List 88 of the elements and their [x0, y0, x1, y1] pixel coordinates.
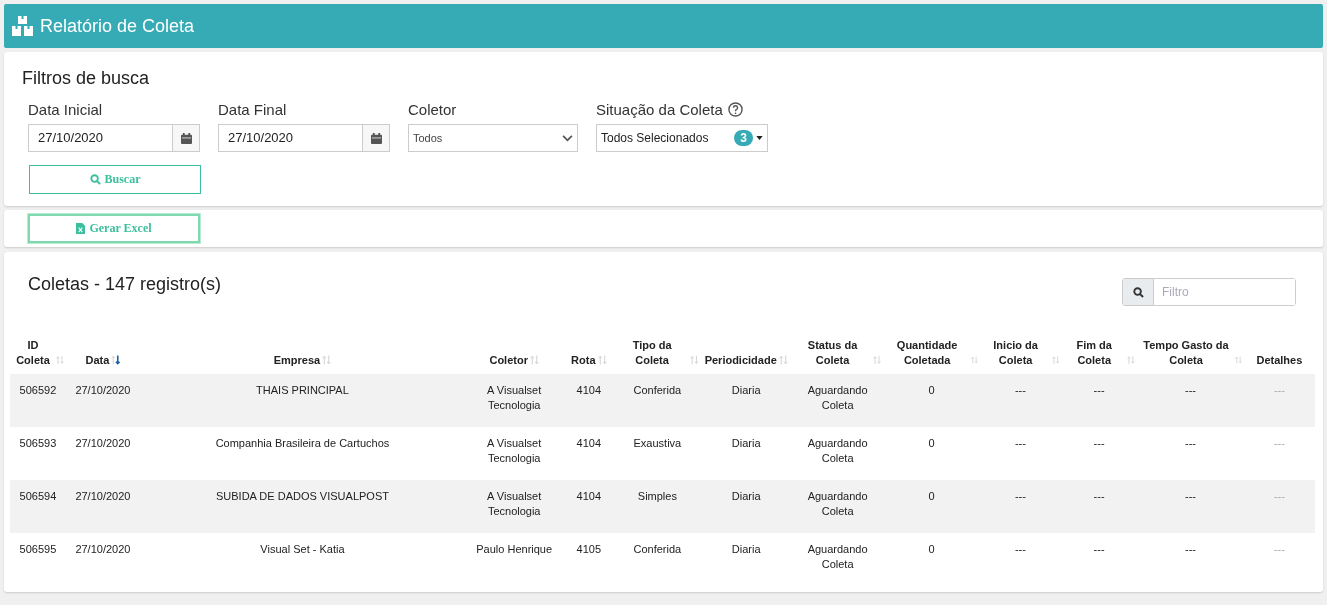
table-cell: 4104	[576, 490, 602, 502]
column-header[interactable]: Tipo da Coleta	[616, 338, 688, 368]
table-cell: Diaria	[731, 490, 761, 502]
table-cell: ---	[1273, 437, 1285, 449]
table-cell: Aguardando Coleta	[807, 543, 868, 570]
boxes-icon	[12, 16, 34, 36]
column-header[interactable]: Fim da Coleta	[1063, 338, 1126, 368]
spreadsheet-file-icon	[76, 223, 86, 234]
page-title: Relatório de Coleta	[40, 15, 195, 37]
column-header[interactable]: Data	[85, 353, 110, 368]
table-cell: 27/10/2020	[75, 384, 131, 396]
table-cell: 0	[928, 384, 935, 396]
table-cell: THAIS PRINCIPAL	[256, 384, 349, 396]
chevron-down-icon	[562, 134, 573, 142]
table-cell: 4104	[576, 384, 602, 396]
collector-select[interactable]: Todos	[408, 124, 578, 152]
table-cell: ---	[1273, 543, 1285, 555]
field-label: Data Final	[218, 101, 288, 118]
table-cell: Conferida	[633, 543, 682, 555]
column-header[interactable]: Detalhes	[1256, 353, 1303, 368]
table-cell: Diaria	[731, 384, 761, 396]
status-select[interactable]: Todos Selecionados 3	[596, 124, 768, 152]
table-cell: 506594	[19, 490, 57, 502]
field-label: Data Inicial	[28, 101, 104, 118]
table-cell: ---	[1184, 543, 1196, 555]
table-cell: ---	[1184, 437, 1196, 449]
count-badge: 3	[734, 130, 753, 146]
table-cell: 506593	[19, 437, 57, 449]
column-header[interactable]: Periodicidade	[704, 353, 777, 368]
table-cell: 0	[928, 437, 935, 449]
table-cell: ---	[1014, 437, 1026, 449]
table-title: Coletas - 147 registro(s)	[28, 274, 222, 295]
table-cell: 27/10/2020	[75, 490, 131, 502]
calendar-icon	[370, 132, 382, 144]
filter-field[interactable]: Filtro	[1122, 278, 1296, 306]
table-cell: Aguardando Coleta	[807, 437, 868, 464]
table-cell: ---	[1093, 490, 1105, 502]
table-cell: Visual Set - Katia	[260, 543, 345, 555]
table-cell: A Visualset Tecnologia	[487, 490, 542, 517]
column-header[interactable]: Tempo Gasto da Coleta	[1139, 338, 1233, 368]
table-cell: ---	[1273, 490, 1285, 502]
table-cell: ---	[1014, 384, 1026, 396]
table-cell: ---	[1014, 543, 1026, 555]
table-cell: ---	[1093, 543, 1105, 555]
filter-title: Filtros de busca	[22, 68, 151, 89]
table-cell: Companhia Brasileira de Cartuchos	[215, 437, 390, 449]
column-header[interactable]: Empresa	[273, 353, 321, 368]
table-cell: Aguardando Coleta	[807, 490, 868, 517]
table-cell: Diaria	[731, 543, 761, 555]
search-icon	[1132, 286, 1144, 298]
sort-icon[interactable]	[111, 355, 121, 365]
table-cell: 4104	[576, 437, 602, 449]
table-cell: 0	[928, 490, 935, 502]
calendar-icon	[180, 132, 192, 144]
date-field[interactable]: 27/10/2020	[218, 124, 390, 152]
field-label: Situação da Coleta	[596, 101, 723, 118]
column-header[interactable]: ID Coleta	[12, 338, 54, 368]
table-cell: Conferida	[633, 384, 682, 396]
table-cell: Diaria	[731, 437, 761, 449]
column-header[interactable]: Coletor	[489, 353, 528, 368]
column-header[interactable]: Status da Coleta	[793, 338, 872, 368]
table-cell: ---	[1184, 384, 1196, 396]
caret-icon	[756, 136, 763, 140]
table-cell: Paulo Henrique	[476, 543, 553, 555]
table-cell: A Visualset Tecnologia	[487, 437, 542, 464]
table-cell: A Visualset Tecnologia	[487, 384, 542, 411]
table-cell: ---	[1273, 384, 1285, 396]
table-cell: SUBIDA DE DADOS VISUALPOST	[215, 490, 389, 502]
column-header[interactable]: Quantidade Coletada	[885, 338, 969, 368]
table-cell: 27/10/2020	[75, 437, 131, 449]
table-cell: ---	[1093, 437, 1105, 449]
table-cell: ---	[1184, 490, 1196, 502]
column-header[interactable]: Inicio da Coleta	[981, 338, 1050, 368]
help-icon[interactable]	[727, 102, 743, 117]
table-cell: Exaustiva	[633, 437, 682, 449]
table-cell: 4105	[576, 543, 602, 555]
column-header[interactable]: Rota	[571, 353, 596, 368]
search-icon	[89, 174, 101, 185]
table-cell: 0	[928, 543, 935, 555]
table-cell: 506592	[19, 384, 57, 396]
date-field[interactable]: 27/10/2020	[28, 124, 200, 152]
table-cell: ---	[1014, 490, 1026, 502]
table-cell: Aguardando Coleta	[807, 384, 868, 411]
table-cell: Simples	[637, 490, 677, 502]
table-cell: 506595	[19, 543, 57, 555]
field-label: Coletor	[408, 101, 458, 118]
table-cell: 27/10/2020	[75, 543, 131, 555]
table-cell: ---	[1093, 384, 1105, 396]
